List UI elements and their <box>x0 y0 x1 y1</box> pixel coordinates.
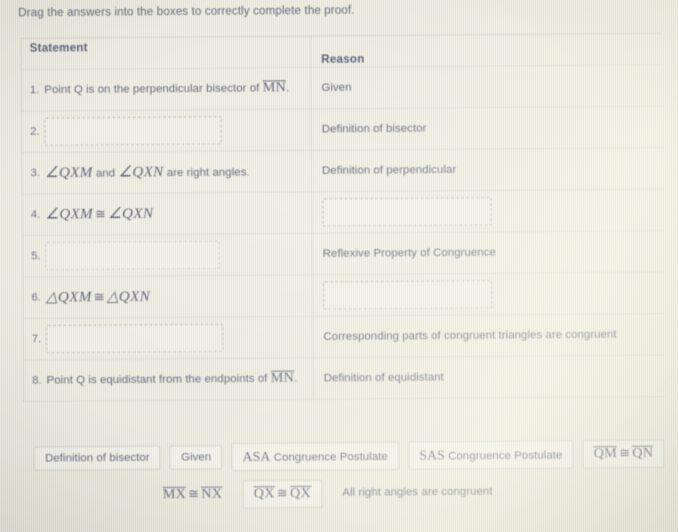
statement-text-3-post: are right angles. <box>163 166 250 179</box>
reason-dropbox-4[interactable] <box>322 196 492 227</box>
table-row: 7. Corresponding parts of congruent tria… <box>23 314 665 361</box>
statement-text-8-post: . <box>294 372 298 385</box>
row-number-6: 6. <box>31 291 41 304</box>
triangle-qxm-6: △QXM <box>45 288 92 306</box>
statement-cell-3: 3. ∠QXM and ∠QXN are right angles. <box>22 150 313 194</box>
segment-qx-right: QX <box>289 485 312 502</box>
answer-tile-qm-congruent-qn[interactable]: QM ≅ QN <box>582 439 665 469</box>
angle-qxm-4: ∠QXM <box>45 205 94 223</box>
statement-cell-7: 7. <box>23 316 314 360</box>
statement-text-4: ∠QXM ≅ ∠QXN <box>45 204 153 224</box>
answer-tile-row-1: Definition of bisector Given ASA Congrue… <box>0 439 678 473</box>
table-row: 1. Point Q is on the perpendicular bisec… <box>21 65 663 112</box>
congruence-symbol-tile-qm: ≅ <box>619 445 631 461</box>
statement-dropbox-7[interactable] <box>46 323 224 354</box>
statement-cell-6: 6. △QXM ≅ △QXN <box>23 275 314 319</box>
table-row: 3. ∠QXM and ∠QXN are right angles. Defin… <box>22 148 664 195</box>
proof-table: Statement Reason 1. Point Q is on the pe… <box>20 32 665 403</box>
table-row: 6. △QXM ≅ △QXN <box>23 272 665 320</box>
reason-text-2: Definition of bisector <box>321 122 427 136</box>
answer-tile-sas-congruence-postulate[interactable]: SAS Congruence Postulate <box>407 440 574 470</box>
statement-text-8: Point Q is equidistant from the endpoint… <box>46 370 298 389</box>
reason-cell-6 <box>313 275 664 314</box>
congruence-symbol-6: ≅ <box>93 288 105 304</box>
row-number-3: 3. <box>30 167 40 180</box>
statement-text-1-pre: Point Q is on the perpendicular bisector… <box>44 82 263 97</box>
statement-dropbox-2[interactable] <box>44 116 222 146</box>
angle-qxn-3: ∠QXN <box>118 163 164 181</box>
angle-qxm-3: ∠QXM <box>44 164 93 181</box>
answer-tile-tray: Definition of bisector Given ASA Congrue… <box>0 439 678 510</box>
segment-qx-left: QX <box>253 486 275 503</box>
row-number-8: 8. <box>32 374 42 387</box>
answer-tile-definition-of-bisector[interactable]: Definition of bisector <box>33 445 161 472</box>
answer-tile-given[interactable]: Given <box>169 444 223 471</box>
table-row: 4. ∠QXM ≅ ∠QXN <box>22 189 664 237</box>
page-content: Drag the answers into the boxes to corre… <box>0 0 678 532</box>
reason-cell-5: Reflexive Property of Congruence <box>313 241 664 264</box>
statement-text-8-pre: Point Q is equidistant from the endpoint… <box>46 372 271 387</box>
reason-cell-1: Given <box>311 75 662 98</box>
answer-tile-qx-congruent-qx[interactable]: QX ≅ QX <box>242 479 323 509</box>
instruction-text: Drag the answers into the boxes to corre… <box>18 4 355 20</box>
statement-cell-4: 4. ∠QXM ≅ ∠QXN <box>22 192 313 236</box>
segment-mx: MX <box>162 486 187 503</box>
asa-caps: ASA <box>242 448 271 465</box>
answer-tile-all-right-angles-are-congruent[interactable]: All right angles are congruent <box>331 480 504 507</box>
statement-cell-5: 5. <box>23 233 313 277</box>
screen-photo: Drag the answers into the boxes to corre… <box>0 0 678 532</box>
statement-column-header: Statement <box>29 42 88 55</box>
statement-dropbox-5[interactable] <box>45 240 220 271</box>
sas-rest: Congruence Postulate <box>444 449 563 463</box>
table-row: 2. Definition of bisector <box>22 106 663 154</box>
answer-tile-asa-congruence-postulate[interactable]: ASA Congruence Postulate <box>231 441 400 472</box>
reason-text-8: Definition of equidistant <box>323 371 444 385</box>
segment-qn: QN <box>632 445 654 462</box>
header-cell-statement: Statement <box>21 36 312 70</box>
reason-column-header: Reason <box>321 53 365 66</box>
reason-text-5: Reflexive Property of Congruence <box>322 246 496 261</box>
table-header-row: Statement Reason <box>21 33 663 71</box>
triangle-qxn-6: △QXN <box>106 288 151 305</box>
statement-text-3: ∠QXM and ∠QXN are right angles. <box>45 162 250 183</box>
reason-text-7: Corresponding parts of congruent triangl… <box>323 328 617 344</box>
statement-cell-1: 1. Point Q is on the perpendicular bisec… <box>21 67 312 111</box>
reason-cell-2: Definition of bisector <box>312 117 663 140</box>
row-number-7: 7. <box>31 333 42 346</box>
congruence-symbol-tile-mx: ≅ <box>188 485 200 501</box>
angle-qxn-4: ∠QXN <box>108 205 154 222</box>
answer-tile-mx-congruent-nx[interactable]: MX ≅ NX <box>151 480 233 509</box>
reason-cell-3: Definition of perpendicular <box>312 158 663 181</box>
header-cell-reason: Reason <box>311 39 662 66</box>
statement-text-1: Point Q is on the perpendicular bisector… <box>44 80 289 98</box>
reason-text-1: Given <box>321 81 352 95</box>
row-number-4: 4. <box>30 208 41 221</box>
statement-text-3-mid: and <box>92 167 119 180</box>
reason-cell-8: Definition of equidistant <box>313 366 664 389</box>
statement-cell-2: 2. <box>22 109 312 153</box>
statement-text-1-post: . <box>286 82 290 95</box>
answer-tile-row-2: MX ≅ NX QX ≅ QX All right angles are congrue… <box>0 477 678 510</box>
table-row: 5. Reflexive Property of Congruence <box>23 231 664 278</box>
reason-cell-7: Corresponding parts of congruent triangl… <box>313 324 664 347</box>
asa-rest: Congruence Postulate <box>270 450 388 464</box>
table-row: 8. Point Q is equidistant from the endpo… <box>23 355 665 403</box>
congruence-symbol-tile-qx: ≅ <box>276 484 288 501</box>
segment-nx: NX <box>201 486 223 503</box>
segment-mn-1: MN <box>262 80 287 97</box>
segment-qm: QM <box>593 446 618 463</box>
segment-mn-8: MN <box>270 370 295 387</box>
statement-text-6: △QXM ≅ △QXN <box>46 287 150 307</box>
row-number-2: 2. <box>30 125 40 138</box>
row-number-1: 1. <box>29 84 40 97</box>
congruence-symbol-4: ≅ <box>94 205 107 221</box>
row-number-5: 5. <box>31 250 41 263</box>
reason-text-3: Definition of perpendicular <box>322 163 457 178</box>
reason-dropbox-6[interactable] <box>322 279 493 310</box>
sas-caps: SAS <box>419 447 445 463</box>
statement-cell-8: 8. Point Q is equidistant from the endpo… <box>23 358 314 402</box>
reason-cell-4 <box>312 192 663 231</box>
